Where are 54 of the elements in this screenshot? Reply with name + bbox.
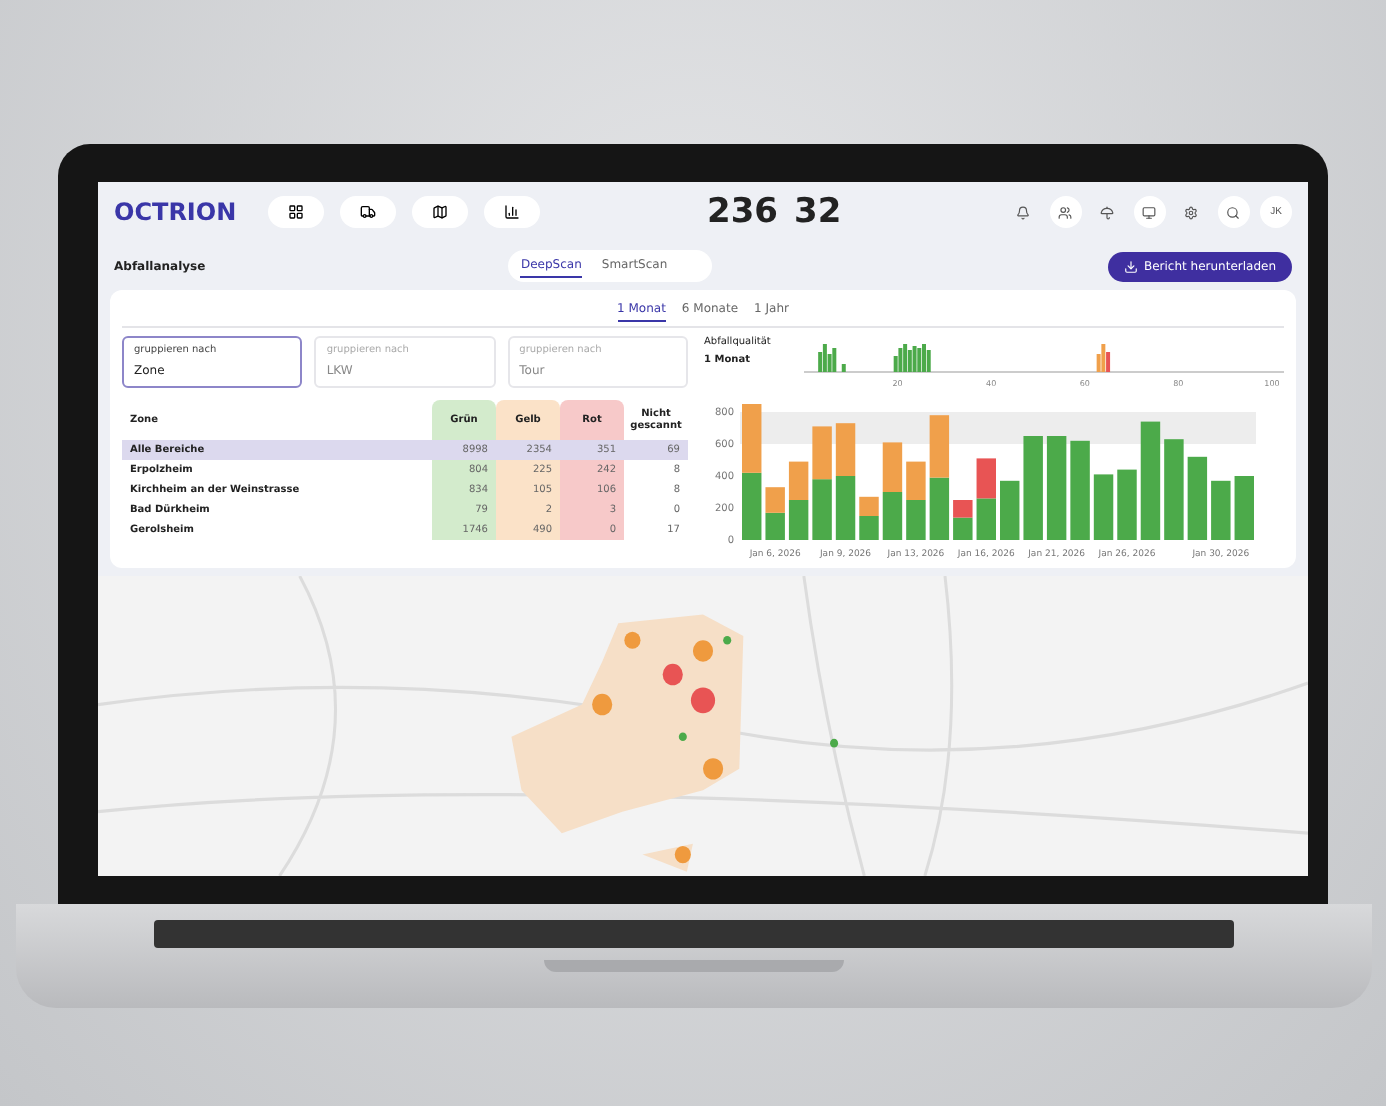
chart-bar	[1000, 480, 1020, 540]
chart-bar	[1211, 480, 1231, 540]
people-icon	[1058, 205, 1073, 219]
chart-bar	[976, 498, 996, 540]
chart-bar	[835, 423, 856, 476]
umbrella-icon	[1100, 205, 1115, 219]
chart-bar	[882, 442, 903, 492]
chart-bar	[788, 461, 809, 500]
chart-bar	[835, 476, 856, 540]
chart-bar	[906, 500, 926, 540]
chart-bar	[929, 477, 950, 540]
map-icon	[432, 204, 449, 220]
chart-bar	[1046, 436, 1067, 540]
chart-bar	[976, 458, 996, 499]
stat-value: 236	[706, 192, 778, 232]
nav-button[interactable]	[340, 196, 397, 228]
chart-bar	[859, 516, 879, 540]
chart-bar	[1093, 474, 1114, 540]
nav-button[interactable]	[484, 196, 541, 228]
toolbar-button[interactable]	[1217, 196, 1250, 228]
toolbar-button[interactable]	[1049, 196, 1082, 228]
chart-bar	[1117, 469, 1137, 540]
chart-bar	[1187, 456, 1208, 540]
chart-bar	[859, 496, 879, 516]
chart-bar	[788, 500, 809, 540]
bell-icon	[1016, 205, 1031, 219]
bar-chart-icon	[504, 204, 521, 220]
nav-button[interactable]	[268, 196, 325, 228]
chart-bar	[1234, 476, 1254, 540]
nav-button[interactable]	[412, 196, 469, 228]
grid-icon	[288, 204, 305, 220]
chart-bar	[1023, 436, 1043, 540]
chart-bar	[765, 512, 785, 540]
chart-bar	[882, 492, 903, 540]
chart-bar	[812, 426, 832, 480]
chart-bar	[929, 415, 950, 478]
chart-bar	[1070, 440, 1090, 540]
truck-icon	[360, 204, 377, 220]
settings-icon	[1184, 205, 1199, 219]
chart-bar	[765, 487, 785, 513]
search-icon	[1226, 205, 1241, 219]
chart-bar	[742, 472, 762, 540]
chart-bar	[1140, 421, 1161, 540]
chart-bar	[742, 404, 762, 473]
stat-value: 32	[793, 192, 842, 232]
toolbar-button[interactable]	[1133, 196, 1166, 228]
chart-bar	[1164, 439, 1184, 540]
chart-bar	[953, 517, 973, 540]
chart-bar	[906, 461, 926, 500]
chart-bar	[953, 500, 973, 518]
download-icon	[1123, 259, 1138, 273]
logo: OCTRION	[114, 198, 237, 226]
chart-bar	[812, 479, 832, 540]
monitor-icon	[1142, 205, 1157, 219]
